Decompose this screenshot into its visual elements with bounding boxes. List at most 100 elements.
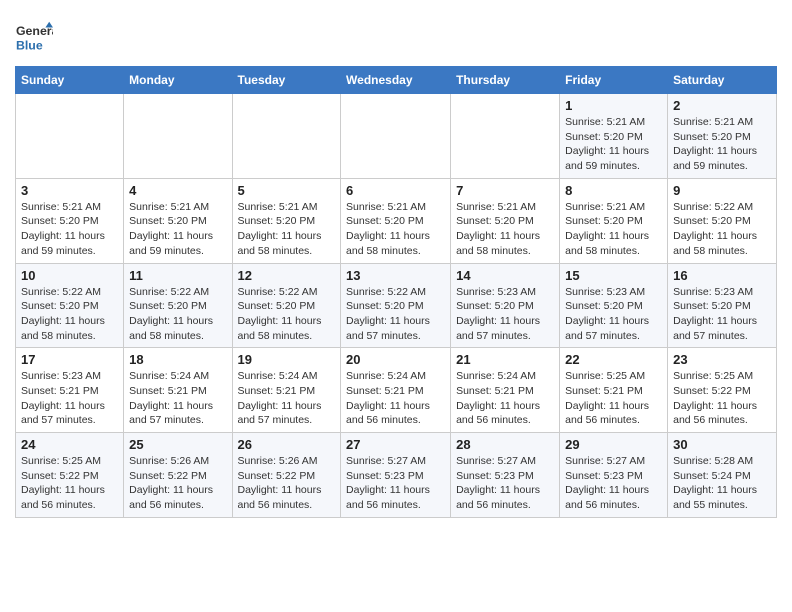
calendar-table: SundayMondayTuesdayWednesdayThursdayFrid… [15, 66, 777, 518]
header-day-thursday: Thursday [451, 67, 560, 94]
day-detail: Sunrise: 5:21 AM Sunset: 5:20 PM Dayligh… [673, 115, 771, 174]
day-detail: Sunrise: 5:21 AM Sunset: 5:20 PM Dayligh… [346, 200, 445, 259]
calendar-day-20: 20 Sunrise: 5:24 AM Sunset: 5:21 PM Dayli… [341, 348, 451, 433]
day-number: 17 [21, 352, 118, 367]
day-detail: Sunrise: 5:24 AM Sunset: 5:21 PM Dayligh… [129, 369, 226, 428]
day-detail: Sunrise: 5:21 AM Sunset: 5:20 PM Dayligh… [565, 115, 662, 174]
svg-text:Blue: Blue [16, 38, 43, 52]
calendar-day-26: 26Sunrise: 5:26 AM Sunset: 5:22 PM Dayli… [232, 433, 341, 518]
calendar-day-1: 1 Sunrise: 5:21 AM Sunset: 5:20 PM Daylig… [560, 94, 668, 179]
day-detail: Sunrise: 5:22 AM Sunset: 5:20 PM Dayligh… [129, 285, 226, 344]
calendar-day-17: 17 Sunrise: 5:23 AM Sunset: 5:21 PM Dayli… [16, 348, 124, 433]
day-detail: Sunrise: 5:22 AM Sunset: 5:20 PM Dayligh… [238, 285, 336, 344]
calendar-day-5: 5Sunrise: 5:21 AM Sunset: 5:20 PM Daylig… [232, 178, 341, 263]
day-number: 2 [673, 98, 771, 113]
calendar-day-24: 24Sunrise: 5:25 AM Sunset: 5:22 PM Dayli… [16, 433, 124, 518]
calendar-day-9: 9 Sunrise: 5:22 AM Sunset: 5:20 PM Daylig… [668, 178, 777, 263]
calendar-day-29: 29 Sunrise: 5:27 AM Sunset: 5:23 PM Dayli… [560, 433, 668, 518]
day-number: 6 [346, 183, 445, 198]
day-detail: Sunrise: 5:21 AM Sunset: 5:20 PM Dayligh… [21, 200, 118, 259]
calendar-day-10: 10 Sunrise: 5:22 AM Sunset: 5:20 PM Dayli… [16, 263, 124, 348]
day-detail: Sunrise: 5:22 AM Sunset: 5:20 PM Dayligh… [21, 285, 118, 344]
day-number: 12 [238, 268, 336, 283]
calendar-empty-cell [124, 94, 232, 179]
day-detail: Sunrise: 5:24 AM Sunset: 5:21 PM Dayligh… [238, 369, 336, 428]
day-detail: Sunrise: 5:24 AM Sunset: 5:21 PM Dayligh… [346, 369, 445, 428]
calendar-day-15: 15 Sunrise: 5:23 AM Sunset: 5:20 PM Dayli… [560, 263, 668, 348]
day-number: 1 [565, 98, 662, 113]
day-number: 20 [346, 352, 445, 367]
day-number: 21 [456, 352, 554, 367]
calendar-day-13: 13 Sunrise: 5:22 AM Sunset: 5:20 PM Dayli… [341, 263, 451, 348]
calendar-day-3: 3 Sunrise: 5:21 AM Sunset: 5:20 PM Daylig… [16, 178, 124, 263]
day-detail: Sunrise: 5:27 AM Sunset: 5:23 PM Dayligh… [565, 454, 662, 513]
day-detail: Sunrise: 5:26 AM Sunset: 5:22 PM Dayligh… [129, 454, 226, 513]
day-detail: Sunrise: 5:21 AM Sunset: 5:20 PM Dayligh… [129, 200, 226, 259]
header-day-saturday: Saturday [668, 67, 777, 94]
day-number: 5 [238, 183, 336, 198]
day-detail: Sunrise: 5:28 AM Sunset: 5:24 PM Dayligh… [673, 454, 771, 513]
day-number: 19 [238, 352, 336, 367]
day-number: 18 [129, 352, 226, 367]
calendar-empty-cell [16, 94, 124, 179]
calendar-week-row: 10 Sunrise: 5:22 AM Sunset: 5:20 PM Dayli… [16, 263, 777, 348]
day-number: 7 [456, 183, 554, 198]
calendar-day-7: 7 Sunrise: 5:21 AM Sunset: 5:20 PM Daylig… [451, 178, 560, 263]
day-detail: Sunrise: 5:22 AM Sunset: 5:20 PM Dayligh… [673, 200, 771, 259]
calendar-week-row: 17 Sunrise: 5:23 AM Sunset: 5:21 PM Dayli… [16, 348, 777, 433]
header-day-wednesday: Wednesday [341, 67, 451, 94]
day-detail: Sunrise: 5:27 AM Sunset: 5:23 PM Dayligh… [346, 454, 445, 513]
day-number: 24 [21, 437, 118, 452]
day-number: 28 [456, 437, 554, 452]
calendar-day-11: 11 Sunrise: 5:22 AM Sunset: 5:20 PM Dayli… [124, 263, 232, 348]
day-number: 14 [456, 268, 554, 283]
day-detail: Sunrise: 5:25 AM Sunset: 5:22 PM Dayligh… [673, 369, 771, 428]
header-day-friday: Friday [560, 67, 668, 94]
day-detail: Sunrise: 5:26 AM Sunset: 5:22 PM Dayligh… [238, 454, 336, 513]
day-number: 4 [129, 183, 226, 198]
day-number: 9 [673, 183, 771, 198]
day-detail: Sunrise: 5:23 AM Sunset: 5:20 PM Dayligh… [456, 285, 554, 344]
day-number: 13 [346, 268, 445, 283]
calendar-empty-cell [451, 94, 560, 179]
header-day-monday: Monday [124, 67, 232, 94]
calendar-day-28: 28 Sunrise: 5:27 AM Sunset: 5:23 PM Dayli… [451, 433, 560, 518]
calendar-day-22: 22 Sunrise: 5:25 AM Sunset: 5:21 PM Dayli… [560, 348, 668, 433]
day-number: 15 [565, 268, 662, 283]
calendar-day-16: 16Sunrise: 5:23 AM Sunset: 5:20 PM Dayli… [668, 263, 777, 348]
day-detail: Sunrise: 5:22 AM Sunset: 5:20 PM Dayligh… [346, 285, 445, 344]
calendar-day-21: 21Sunrise: 5:24 AM Sunset: 5:21 PM Dayli… [451, 348, 560, 433]
day-detail: Sunrise: 5:23 AM Sunset: 5:21 PM Dayligh… [21, 369, 118, 428]
calendar-day-27: 27 Sunrise: 5:27 AM Sunset: 5:23 PM Dayli… [341, 433, 451, 518]
calendar-day-8: 8 Sunrise: 5:21 AM Sunset: 5:20 PM Daylig… [560, 178, 668, 263]
calendar-day-2: 2 Sunrise: 5:21 AM Sunset: 5:20 PM Daylig… [668, 94, 777, 179]
day-detail: Sunrise: 5:21 AM Sunset: 5:20 PM Dayligh… [565, 200, 662, 259]
calendar-week-row: 3 Sunrise: 5:21 AM Sunset: 5:20 PM Daylig… [16, 178, 777, 263]
day-number: 11 [129, 268, 226, 283]
day-number: 27 [346, 437, 445, 452]
day-detail: Sunrise: 5:21 AM Sunset: 5:20 PM Dayligh… [456, 200, 554, 259]
calendar-day-12: 12 Sunrise: 5:22 AM Sunset: 5:20 PM Dayli… [232, 263, 341, 348]
calendar-day-14: 14 Sunrise: 5:23 AM Sunset: 5:20 PM Dayli… [451, 263, 560, 348]
day-detail: Sunrise: 5:23 AM Sunset: 5:20 PM Dayligh… [565, 285, 662, 344]
day-number: 8 [565, 183, 662, 198]
calendar-empty-cell [232, 94, 341, 179]
header-day-tuesday: Tuesday [232, 67, 341, 94]
day-number: 3 [21, 183, 118, 198]
calendar-week-row: 24Sunrise: 5:25 AM Sunset: 5:22 PM Dayli… [16, 433, 777, 518]
header: General Blue [15, 10, 777, 56]
calendar-day-18: 18 Sunrise: 5:24 AM Sunset: 5:21 PM Dayli… [124, 348, 232, 433]
day-detail: Sunrise: 5:25 AM Sunset: 5:21 PM Dayligh… [565, 369, 662, 428]
day-number: 22 [565, 352, 662, 367]
day-number: 10 [21, 268, 118, 283]
logo-icon: General Blue [15, 18, 53, 56]
day-detail: Sunrise: 5:27 AM Sunset: 5:23 PM Dayligh… [456, 454, 554, 513]
day-number: 30 [673, 437, 771, 452]
calendar-empty-cell [341, 94, 451, 179]
calendar-day-19: 19 Sunrise: 5:24 AM Sunset: 5:21 PM Dayli… [232, 348, 341, 433]
day-number: 25 [129, 437, 226, 452]
day-number: 29 [565, 437, 662, 452]
calendar-day-23: 23 Sunrise: 5:25 AM Sunset: 5:22 PM Dayli… [668, 348, 777, 433]
day-number: 16 [673, 268, 771, 283]
day-number: 23 [673, 352, 771, 367]
